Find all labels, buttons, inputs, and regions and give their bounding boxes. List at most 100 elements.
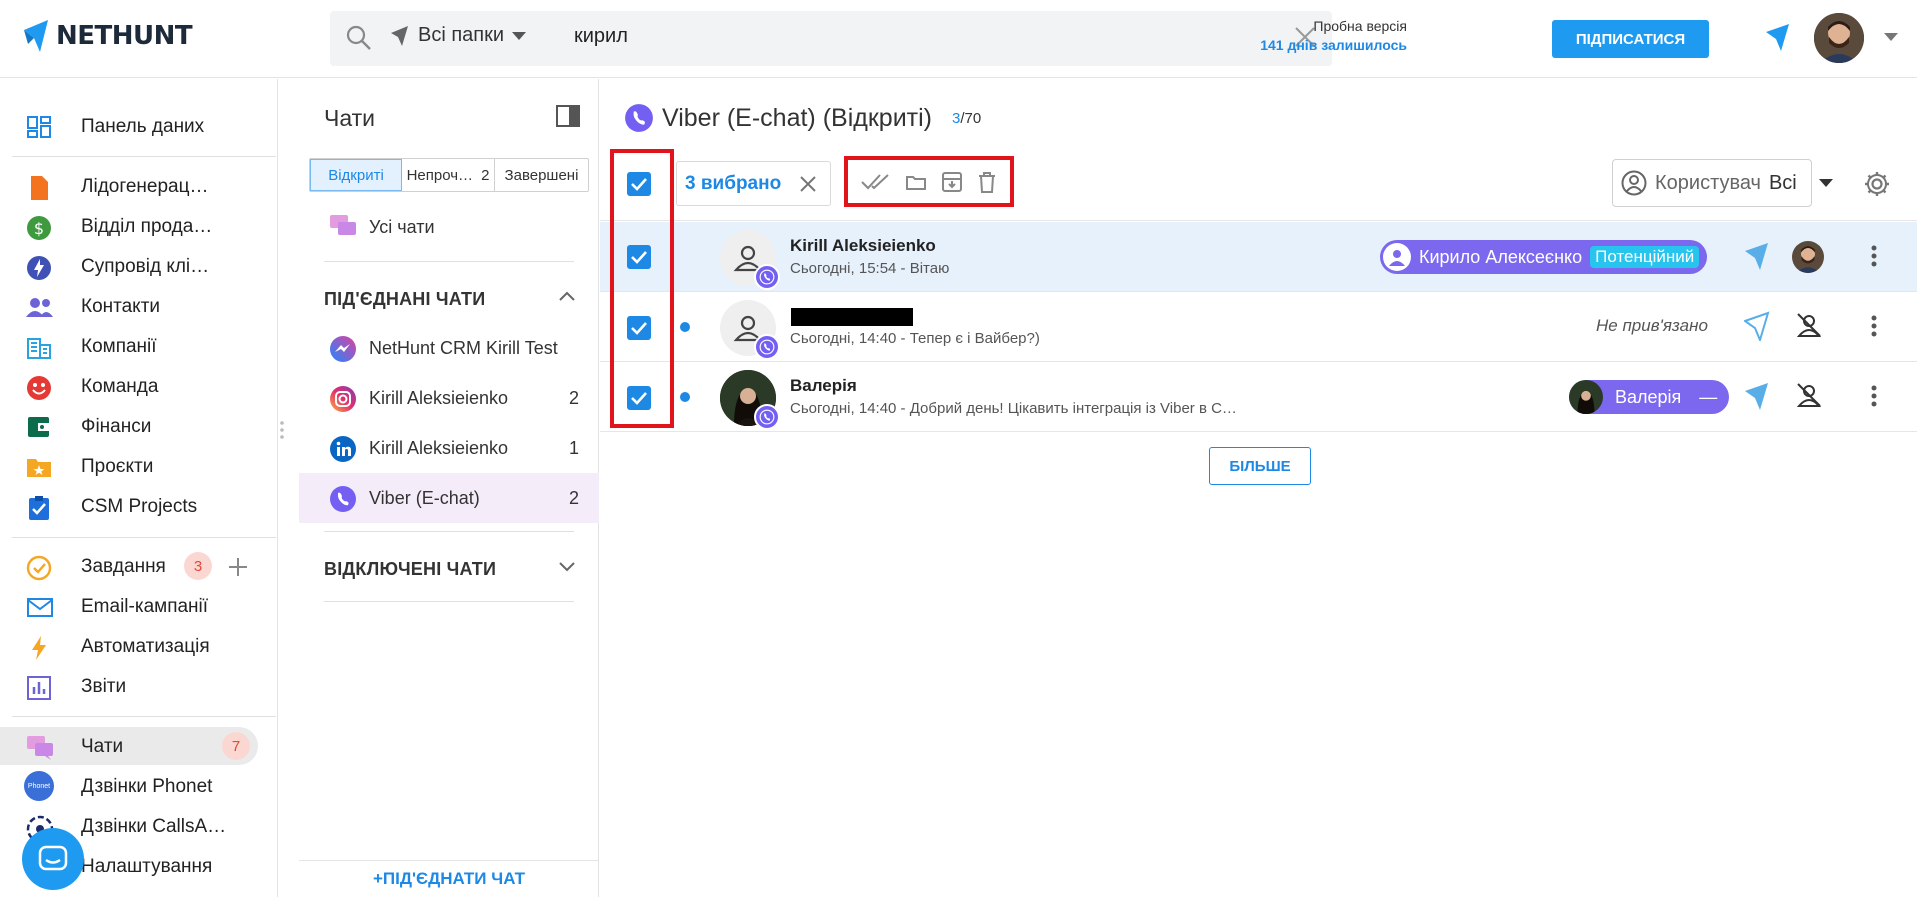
chat-icon	[26, 735, 53, 760]
sidebar-item-reports[interactable]: Звіти	[0, 667, 270, 705]
sidebar-item-email-campaigns[interactable]: Email-кампанії	[0, 587, 270, 625]
chat-last-message: Сьогодні, 15:54 - Вітаю	[790, 260, 950, 277]
linkedin-icon	[329, 435, 357, 463]
connected-chat-linkedin[interactable]: Kirill Aleksieienko 1	[299, 423, 599, 473]
more-options-icon[interactable]	[1871, 385, 1877, 407]
sidebar-item-team[interactable]: Команда	[0, 367, 270, 405]
load-more-button[interactable]: БІЛЬШЕ	[1209, 447, 1311, 485]
chat-row[interactable]: Kirill Aleksieienko Сьогодні, 15:54 - Ві…	[600, 222, 1917, 292]
connected-chat-label: Viber (E-chat)	[369, 488, 480, 508]
more-options-icon[interactable]	[1871, 245, 1877, 267]
unassigned-user-icon[interactable]	[1796, 382, 1822, 408]
support-chat-button[interactable]	[22, 828, 84, 890]
sidebar-item-label: Відділ прода…	[81, 216, 213, 237]
divider	[12, 156, 276, 157]
panel-resize-handle[interactable]	[279, 420, 285, 444]
sidebar-item-label: Компанії	[81, 336, 157, 357]
add-task-icon[interactable]	[228, 557, 248, 577]
chevron-down-icon[interactable]	[559, 562, 575, 572]
mark-read-icon[interactable]	[861, 172, 891, 192]
selected-count-label: 3 вибрано	[685, 172, 782, 194]
contact-photo	[1569, 380, 1603, 414]
sidebar-item-projects[interactable]: Проєкти	[0, 447, 270, 485]
connect-chat-button[interactable]: +ПІД'ЄДНАТИ ЧАТ	[299, 860, 599, 897]
assignee-avatar[interactable]	[1792, 241, 1824, 273]
sidebar-item-label: Супровід клі…	[81, 256, 210, 277]
chevron-up-icon[interactable]	[559, 291, 575, 301]
sidebar-item-automation[interactable]: Автоматизація	[0, 627, 270, 665]
move-to-folder-icon[interactable]	[905, 173, 927, 191]
panel-toggle-icon[interactable]	[556, 105, 580, 127]
search-icon[interactable]	[346, 25, 372, 51]
sidebar-item-label: Налаштування	[81, 856, 213, 877]
all-chats-label: Усі чати	[369, 217, 435, 237]
more-options-icon[interactable]	[1871, 315, 1877, 337]
nethunt-bird-icon[interactable]	[1765, 22, 1791, 52]
chat-last-message: Сьогодні, 14:40 - Тепер є і Вайбер?)	[790, 330, 1040, 347]
chat-row[interactable]: Сьогодні, 14:40 - Тепер є і Вайбер?) Не …	[600, 292, 1917, 362]
bar-chart-icon	[26, 675, 52, 700]
search-bar[interactable]: Всі папки	[330, 11, 1332, 66]
clipboard-check-icon	[26, 495, 52, 520]
chat-contact-name: Kirill Aleksieienko	[790, 236, 936, 255]
sidebar-item-label: Фінанси	[81, 416, 152, 437]
people-icon	[26, 295, 53, 319]
nethunt-bird-icon[interactable]	[1744, 241, 1770, 271]
tab-unread[interactable]: Непроч… 2	[402, 159, 495, 191]
linked-contact-chip[interactable]: Валерія —	[1569, 380, 1730, 414]
nethunt-logo[interactable]: NETHUNT	[22, 18, 193, 54]
tab-open[interactable]: Відкриті	[310, 159, 402, 191]
archive-icon[interactable]	[941, 171, 963, 193]
chat-row[interactable]: Валерія Сьогодні, 14:40 - Добрий день! Ц…	[600, 362, 1917, 432]
person-icon	[1383, 243, 1411, 271]
unassigned-user-icon[interactable]	[1796, 312, 1822, 338]
viber-badge-icon	[754, 264, 780, 290]
sidebar-item-csm-projects[interactable]: CSM Projects	[0, 487, 270, 525]
user-avatar[interactable]	[1814, 13, 1864, 63]
subscribe-button[interactable]: ПІДПИСАТИСЯ	[1552, 20, 1709, 58]
nethunt-bird-outline-icon[interactable]	[1744, 311, 1770, 341]
chip-remove[interactable]: —	[1699, 387, 1717, 408]
all-chats-item[interactable]: Усі чати	[299, 202, 599, 252]
chat-count: 3/70	[952, 110, 981, 127]
logo-text: NETHUNT	[56, 21, 193, 51]
delete-icon[interactable]	[977, 171, 997, 193]
sidebar-item-label: Звіти	[81, 676, 127, 697]
clear-selection-icon[interactable]	[799, 175, 817, 193]
mail-icon	[26, 595, 53, 619]
sidebar-item-contacts[interactable]: Контакти	[0, 287, 270, 325]
connected-chats-header[interactable]: ПІД'ЄДНАНІ ЧАТИ	[324, 289, 485, 310]
trial-days-left: 141 днів залишилось	[1260, 37, 1407, 53]
sidebar-item-tasks[interactable]: Завдання 3	[0, 547, 270, 585]
contact-avatar	[720, 300, 780, 360]
connected-chat-instagram[interactable]: Kirill Aleksieienko 2	[299, 373, 599, 423]
tab-closed[interactable]: Завершені	[495, 159, 588, 191]
sidebar-item-sales[interactable]: $ Відділ прода…	[0, 207, 270, 245]
svg-text:$: $	[34, 219, 44, 238]
sidebar-item-leadgen[interactable]: Лідогенерац…	[0, 167, 270, 205]
disconnected-chats-header[interactable]: ВІДКЛЮЧЕНІ ЧАТИ	[324, 559, 496, 580]
search-folder-dropdown[interactable]: Всі папки	[390, 24, 527, 47]
trial-label: Пробна версія	[1313, 18, 1407, 34]
account-caret-icon[interactable]	[1884, 33, 1898, 41]
connected-chat-count: 2	[568, 488, 579, 508]
settings-gear-icon[interactable]	[1864, 171, 1890, 197]
connected-chat-messenger[interactable]: NetHunt CRM Kirill Test	[299, 323, 599, 373]
chats-panel: Чати Відкриті Непроч… 2 Завершені Усі ча…	[299, 79, 599, 897]
sidebar-item-phonet-calls[interactable]: Phonet Дзвінки Phonet	[0, 767, 270, 805]
sidebar-item-chats[interactable]: Чати 7	[0, 727, 258, 765]
user-filter-dropdown[interactable]: Користувач Всі	[1612, 159, 1833, 207]
connected-chat-viber[interactable]: Viber (E-chat) 2	[299, 473, 599, 523]
sidebar-item-dashboard[interactable]: Панель даних	[0, 107, 270, 145]
sidebar-item-finance[interactable]: Фінанси	[0, 407, 270, 445]
sidebar-item-companies[interactable]: Компанії	[0, 327, 270, 365]
sidebar-item-support[interactable]: Супровід клі…	[0, 247, 270, 285]
divider	[324, 531, 574, 532]
contact-avatar	[720, 230, 780, 290]
linked-contact-chip[interactable]: Кирило Алексеєнко Потенційний	[1380, 240, 1708, 274]
bulk-actions-group	[844, 156, 1014, 207]
unlinked-status: Не прив'язано	[1596, 316, 1708, 335]
nethunt-bird-icon[interactable]	[1744, 381, 1770, 411]
dollar-icon: $	[26, 215, 52, 240]
search-input[interactable]	[574, 25, 1174, 48]
